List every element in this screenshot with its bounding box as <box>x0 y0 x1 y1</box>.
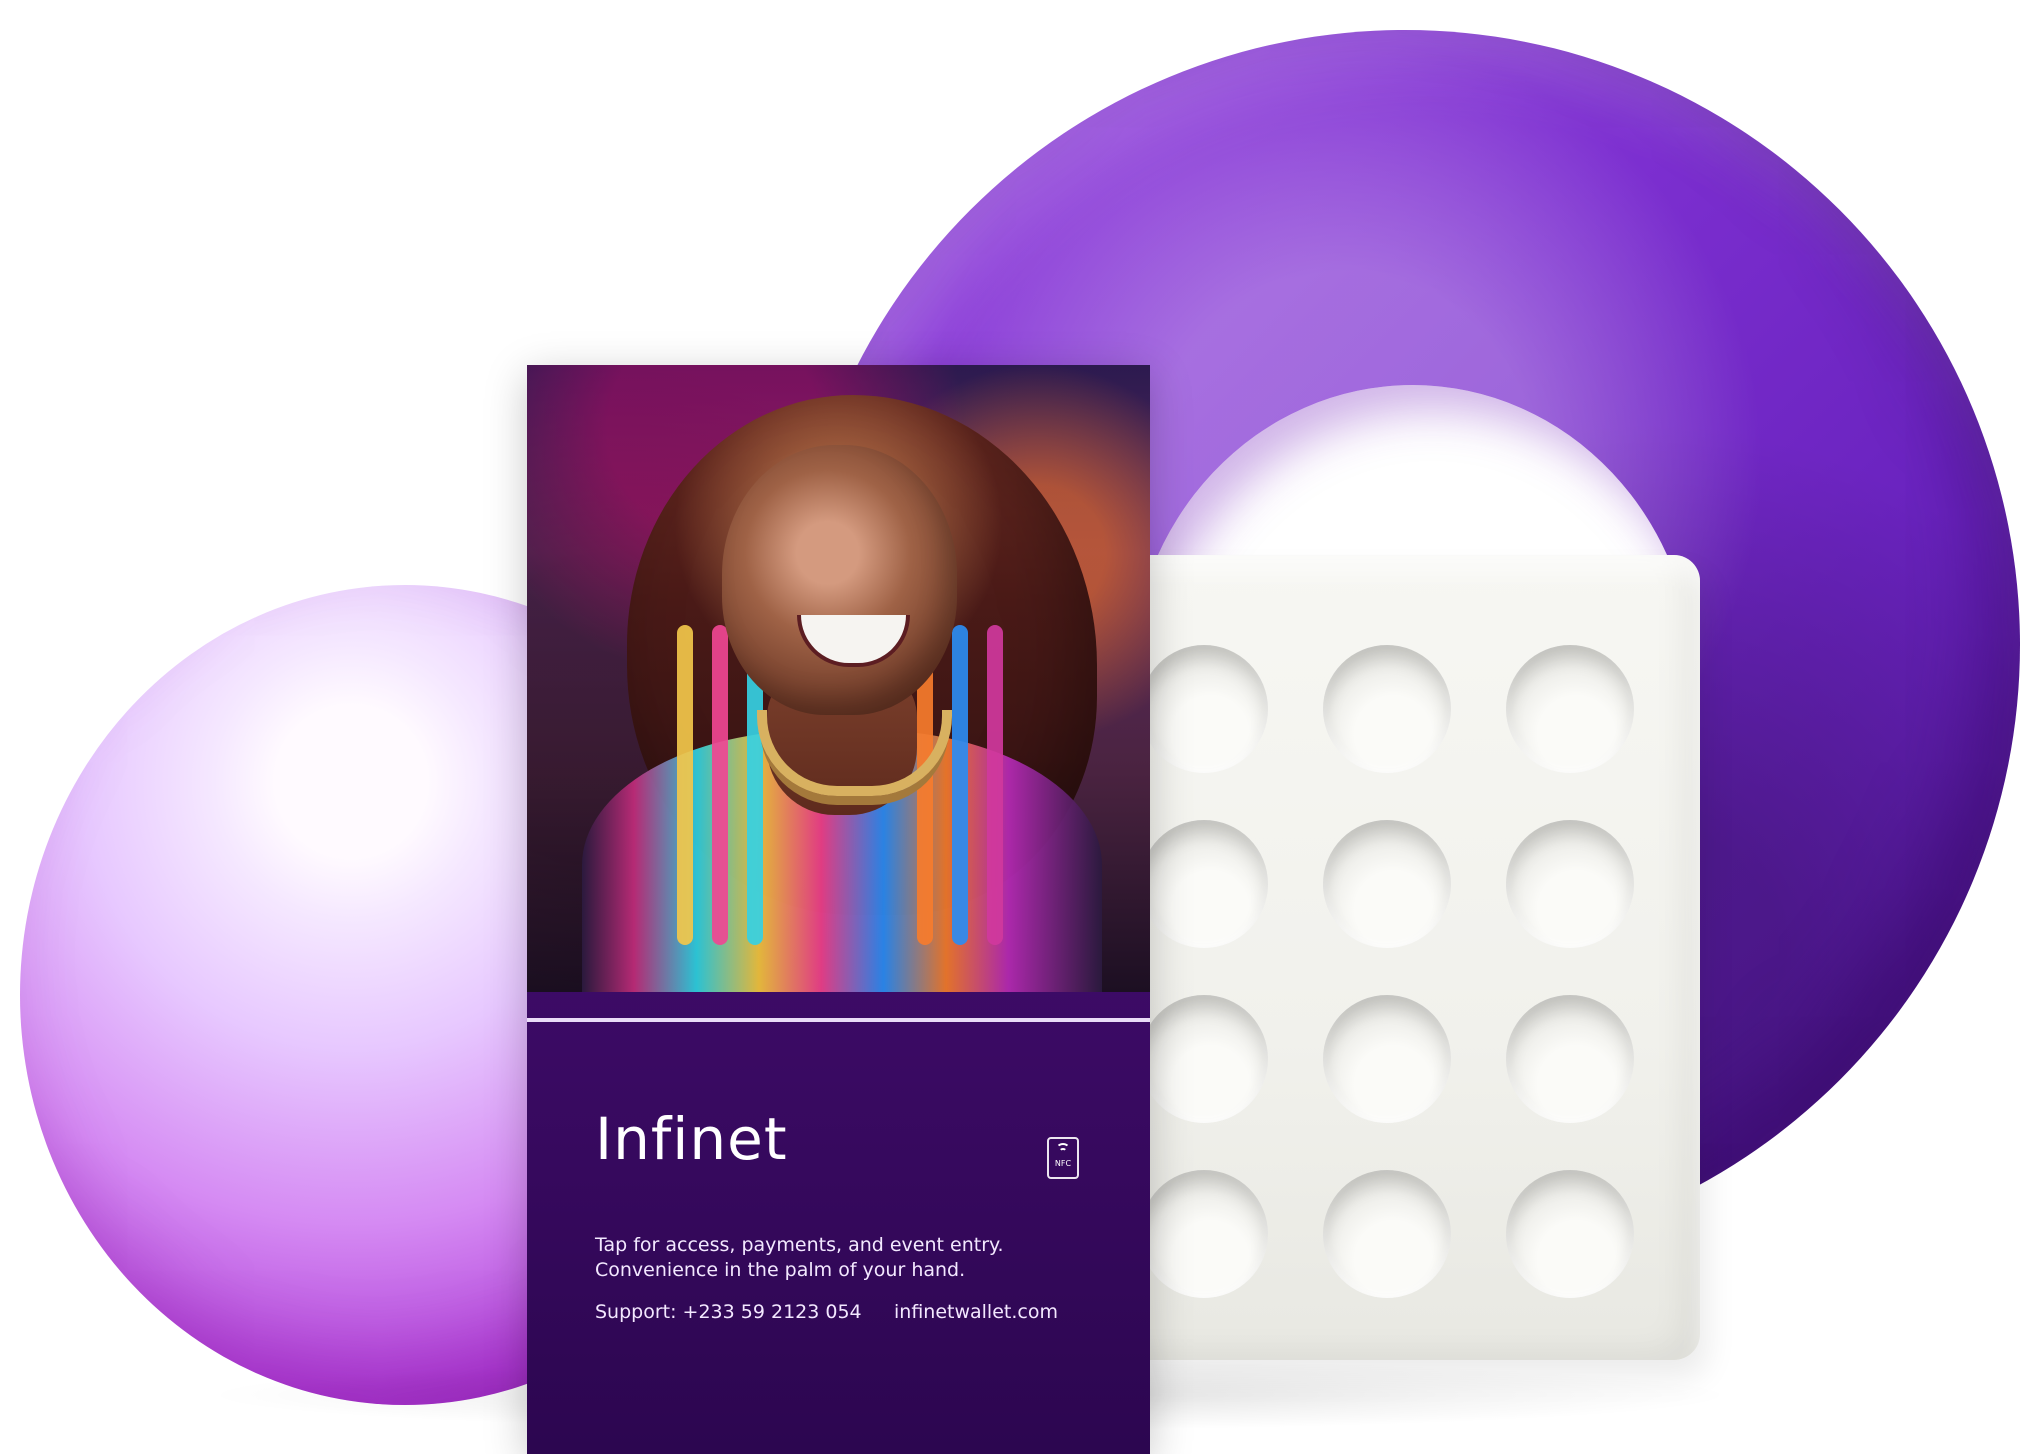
block-hole-10 <box>1140 1170 1268 1298</box>
photo-ribbon-1 <box>677 625 693 945</box>
block-hole-5 <box>1323 820 1451 948</box>
block-hole-2 <box>1323 645 1451 773</box>
photo-ribbon-2 <box>712 625 728 945</box>
photo-ribbon-5 <box>952 625 968 945</box>
white-dotted-block <box>1110 555 1700 1360</box>
promo-scene: Infinet NFC Tap for access, payments, an… <box>0 0 2039 1454</box>
website-link: infinetwallet.com <box>894 1301 1058 1323</box>
card-tagline: Tap for access, payments, and event entr… <box>595 1233 1115 1283</box>
block-hole-3 <box>1506 645 1634 773</box>
photo-ribbon-6 <box>987 625 1003 945</box>
block-hole-11 <box>1323 1170 1451 1298</box>
block-hole-1 <box>1140 645 1268 773</box>
infinet-card: Infinet NFC Tap for access, payments, an… <box>527 365 1150 1454</box>
block-hole-9 <box>1506 995 1634 1123</box>
support-phone: Support: +233 59 2123 054 <box>595 1301 862 1323</box>
nfc-wave-small-icon <box>1059 1148 1067 1155</box>
nfc-label: NFC <box>1054 1159 1072 1168</box>
block-hole-4 <box>1140 820 1268 948</box>
festival-photo <box>527 365 1150 992</box>
block-hole-7 <box>1140 995 1268 1123</box>
photo-face <box>722 445 957 715</box>
nfc-icon: NFC <box>1047 1137 1079 1179</box>
card-divider <box>527 1018 1150 1022</box>
block-hole-6 <box>1506 820 1634 948</box>
brand-title: Infinet <box>595 1105 788 1173</box>
block-hole-8 <box>1323 995 1451 1123</box>
tagline-line-1: Tap for access, payments, and event entr… <box>595 1234 1004 1256</box>
tagline-line-2: Convenience in the palm of your hand. <box>595 1259 966 1281</box>
block-hole-12 <box>1506 1170 1634 1298</box>
